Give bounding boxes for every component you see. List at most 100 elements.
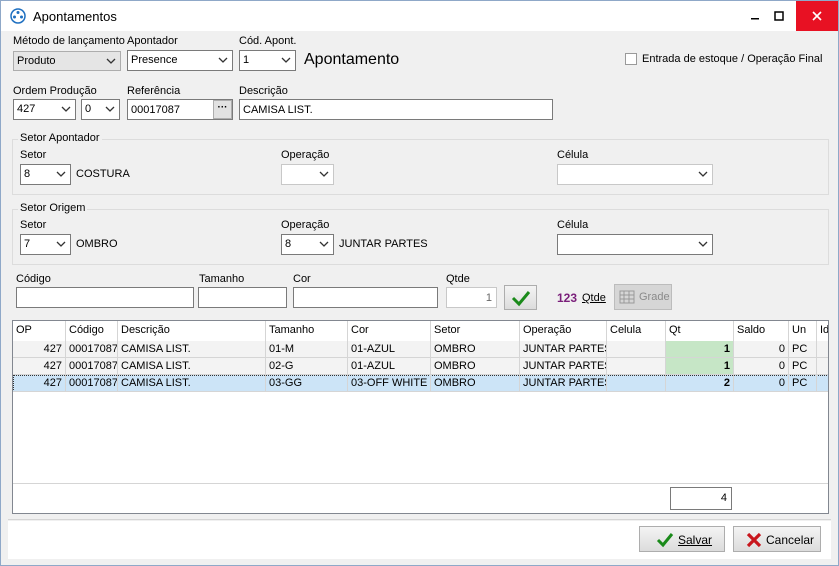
column-header[interactable]: Id [817,321,828,341]
table-cell: 427 [13,375,66,392]
column-header[interactable]: Un [789,321,817,341]
grade-button[interactable]: Grade [614,284,672,310]
cod-apont-select[interactable]: 1 [239,50,296,71]
column-header[interactable]: Celula [607,321,666,341]
table-cell: 00017087 [66,358,118,375]
chevron-down-icon [319,241,329,247]
minimize-icon [751,18,759,20]
chevron-down-icon [105,106,115,112]
close-button[interactable] [796,1,838,31]
cod-apont-value: 1 [243,54,250,66]
table-cell: 03-OFF WHITE [348,375,431,392]
tamanho-input[interactable] [198,287,287,308]
tamanho-label: Tamanho [199,273,245,285]
column-header[interactable]: OP [13,321,66,341]
column-header[interactable]: Tamanho [266,321,348,341]
table-cell: OMBRO [431,375,520,392]
confirm-button[interactable] [504,285,537,310]
table-cell [607,375,666,392]
column-header[interactable]: Operação [520,321,607,341]
table-row[interactable]: 427 00017087 CAMISA LIST. 03-GG 03-OFF WHITE… [13,375,828,392]
referencia-browse-button[interactable]: ··· [213,100,232,119]
close-icon [812,11,822,21]
table-cell: 01-M [266,341,348,358]
count-value: 123 [557,291,578,305]
descricao-label: Descrição [239,85,288,97]
qtde-input[interactable]: 1 [446,287,497,308]
table-cell: JUNTAR PARTES [520,375,607,392]
apontador-label: Apontador [127,35,178,47]
apontador-select[interactable]: Presence [127,50,233,71]
table-cell: 00017087 [66,341,118,358]
salvar-label: Salvar [678,533,713,547]
grade-label: Grade [639,291,670,303]
codigo-input[interactable] [16,287,194,308]
metodo-select[interactable]: Produto [13,51,121,71]
table-row[interactable]: 427 00017087 CAMISA LIST. 01-M 01-AZUL OMBRO J… [13,341,828,358]
maximize-button[interactable] [762,1,796,31]
setor-origem-operacao-name: JUNTAR PARTES [339,238,428,250]
cancelar-label: Cancelar [766,533,815,547]
setor-origem-setor-value: 7 [24,238,31,250]
qtde-value: 1 [485,292,492,304]
table-cell: 0 [734,341,789,358]
grid-total-field: 4 [670,487,732,510]
chevron-down-icon [61,106,71,112]
table-cell: CAMISA LIST. [118,375,266,392]
descricao-value: CAMISA LIST. [243,104,313,116]
table-cell: 03-GG [266,375,348,392]
chevron-down-icon [281,57,291,63]
ordem-sub-select[interactable]: 0 [81,99,120,120]
setor-origem-setor-label: Setor [20,219,47,231]
qtde-label: Qtde [446,273,470,285]
setor-apontador-operacao-select[interactable] [281,164,334,185]
cod-apont-label: Cód. Apont. [239,35,297,47]
descricao-input[interactable]: CAMISA LIST. [239,99,553,120]
table-cell: 1 [666,341,734,358]
ordem-select[interactable]: 427 [13,99,76,120]
table-cell: OMBRO [431,358,520,375]
referencia-value: 00017087 [131,104,180,116]
table-cell: PC [789,375,817,392]
cancelar-button[interactable]: Cancelar [733,526,821,552]
column-header[interactable]: Setor [431,321,520,341]
column-header[interactable]: Cor [348,321,431,341]
grid-total-value: 4 [720,492,727,504]
setor-apontador-operacao-label: Operação [281,149,330,161]
setor-origem-name: OMBRO [76,238,118,250]
table-cell: 00017087 [66,375,118,392]
chevron-down-icon [698,171,708,177]
setor-apontador-setor-label: Setor [20,149,47,161]
chevron-down-icon [698,241,708,247]
apontamento-title: Apontamento [304,51,400,68]
maximize-icon [774,11,784,21]
ordem-value: 427 [17,103,36,115]
setor-origem-setor-select[interactable]: 7 [20,234,71,255]
metodo-label: Método de lançamento [13,35,125,47]
apontamentos-grid[interactable]: OP Código Descrição Tamanho Cor Setor Operação… [12,320,829,514]
table-cell: OMBRO [431,341,520,358]
setor-origem-celula-select[interactable] [557,234,713,255]
setor-origem-operacao-select[interactable]: 8 [281,234,334,255]
cor-input[interactable] [293,287,438,308]
setor-apontador-celula-select[interactable] [557,164,713,185]
column-header[interactable]: Qt [666,321,734,341]
setor-apontador-title: Setor Apontador [18,132,102,144]
salvar-button[interactable]: Salvar [639,526,725,552]
column-header[interactable]: Saldo [734,321,789,341]
table-cell: JUNTAR PARTES [520,341,607,358]
table-cell: 1 [666,358,734,375]
checkmark-icon [656,533,674,548]
setor-origem-title: Setor Origem [18,202,88,214]
apontamentos-window: Apontamentos Método de lançamento Produt… [0,0,839,566]
footer-divider [8,519,831,520]
setor-apontador-setor-select[interactable]: 8 [20,164,71,185]
table-cell: JUNTAR PARTES [520,358,607,375]
table-row[interactable]: 427 00017087 CAMISA LIST. 02-G 01-AZUL OMBRO J… [13,358,828,375]
chevron-down-icon [106,58,116,64]
entrada-checkbox[interactable] [625,53,637,65]
column-header[interactable]: Descrição [118,321,266,341]
table-cell: 01-AZUL [348,341,431,358]
table-cell: PC [789,358,817,375]
column-header[interactable]: Código [66,321,118,341]
